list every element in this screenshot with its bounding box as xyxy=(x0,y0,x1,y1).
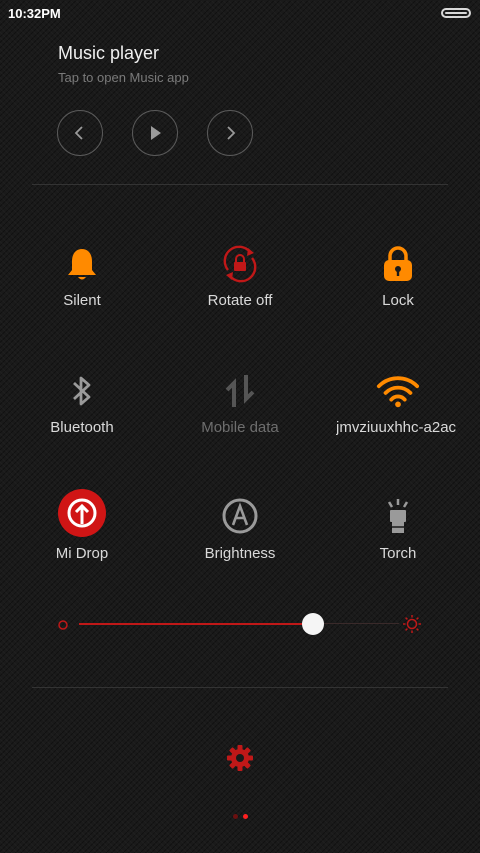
toggle-label: Rotate off xyxy=(207,292,273,309)
brightness-slider-fill[interactable] xyxy=(79,623,313,625)
toggle-mi-drop[interactable]: Mi Drop xyxy=(2,488,162,598)
toggle-label: Torch xyxy=(379,545,417,562)
lock-icon xyxy=(376,242,420,286)
toggle-wifi[interactable]: jmvziuuxhhc-a2ac xyxy=(318,369,478,479)
auto-brightness-icon xyxy=(218,494,262,538)
brightness-high-icon xyxy=(402,614,422,639)
torch-icon xyxy=(376,494,420,538)
music-player-subtitle[interactable]: Tap to open Music app xyxy=(58,70,189,85)
battery-icon xyxy=(441,8,471,18)
page-dot-1[interactable] xyxy=(233,814,238,819)
page-dot-2[interactable] xyxy=(243,814,248,819)
mi-drop-icon xyxy=(57,488,107,538)
toggle-label: Mobile data xyxy=(201,419,279,436)
mobile-data-icon xyxy=(218,369,262,413)
divider xyxy=(32,687,448,688)
toggle-brightness[interactable]: Brightness xyxy=(160,494,320,604)
toggle-lock[interactable]: Lock xyxy=(318,242,478,352)
toggle-torch[interactable]: Torch xyxy=(318,494,478,604)
next-icon xyxy=(227,126,236,140)
previous-icon xyxy=(74,126,83,140)
toggle-rotate-off[interactable]: Rotate off xyxy=(160,242,320,352)
toggle-label: Mi Drop xyxy=(55,545,109,562)
toggle-label: Lock xyxy=(382,292,414,309)
play-icon xyxy=(151,126,161,140)
status-time: 10:32PM xyxy=(8,6,61,21)
bluetooth-icon xyxy=(60,369,104,413)
toggle-silent[interactable]: Silent xyxy=(2,242,162,352)
toggle-label: Silent xyxy=(63,292,101,309)
toggle-label: Brightness xyxy=(204,545,276,562)
rotate-lock-icon xyxy=(218,242,262,286)
toggle-label: jmvziuuxhhc-a2ac xyxy=(336,419,457,436)
brightness-slider-track[interactable] xyxy=(313,623,399,624)
music-player-title[interactable]: Music player xyxy=(58,43,159,64)
previous-button[interactable] xyxy=(57,110,103,156)
toggle-bluetooth[interactable]: Bluetooth xyxy=(2,369,162,479)
divider xyxy=(32,184,448,185)
toggle-label: Bluetooth xyxy=(50,419,114,436)
next-button[interactable] xyxy=(207,110,253,156)
settings-gear-icon[interactable] xyxy=(226,744,254,777)
wifi-icon xyxy=(376,369,420,413)
bell-icon xyxy=(60,242,104,286)
brightness-low-icon xyxy=(57,618,69,636)
brightness-slider-thumb[interactable] xyxy=(302,613,324,635)
toggle-mobile-data[interactable]: Mobile data xyxy=(160,369,320,479)
play-button[interactable] xyxy=(132,110,178,156)
